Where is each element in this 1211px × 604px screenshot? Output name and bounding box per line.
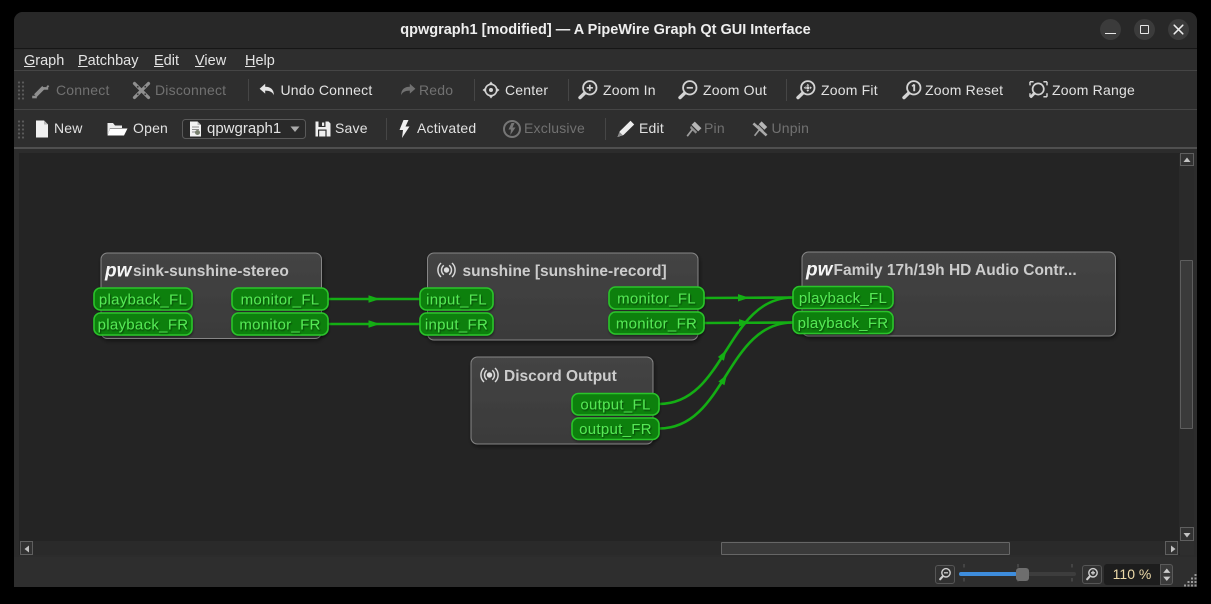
svg-text:sunshine [sunshine-record]: sunshine [sunshine-record] xyxy=(462,263,666,280)
svg-text:output_FR: output_FR xyxy=(579,421,652,438)
svg-text:monitor_FL: monitor_FL xyxy=(240,291,319,308)
svg-text:monitor_FL: monitor_FL xyxy=(617,290,696,307)
svg-text:sink-sunshine-stereo: sink-sunshine-stereo xyxy=(133,263,289,280)
svg-text:monitor_FR: monitor_FR xyxy=(239,316,320,333)
svg-text:output_FL: output_FL xyxy=(580,396,650,413)
svg-text:playback_FL: playback_FL xyxy=(98,291,186,308)
svg-text:input_FR: input_FR xyxy=(424,316,487,333)
svg-text:playback_FL: playback_FL xyxy=(798,290,886,307)
svg-text:playback_FR: playback_FR xyxy=(97,316,188,333)
svg-text:input_FL: input_FL xyxy=(426,291,487,308)
svg-text:monitor_FR: monitor_FR xyxy=(615,315,696,332)
svg-text:pw: pw xyxy=(805,259,834,280)
svg-text:playback_FR: playback_FR xyxy=(797,315,888,332)
svg-text:pw: pw xyxy=(104,260,133,281)
svg-text:Discord Output: Discord Output xyxy=(504,368,617,385)
svg-text:Family 17h/19h HD Audio Contr.: Family 17h/19h HD Audio Contr... xyxy=(833,262,1076,279)
